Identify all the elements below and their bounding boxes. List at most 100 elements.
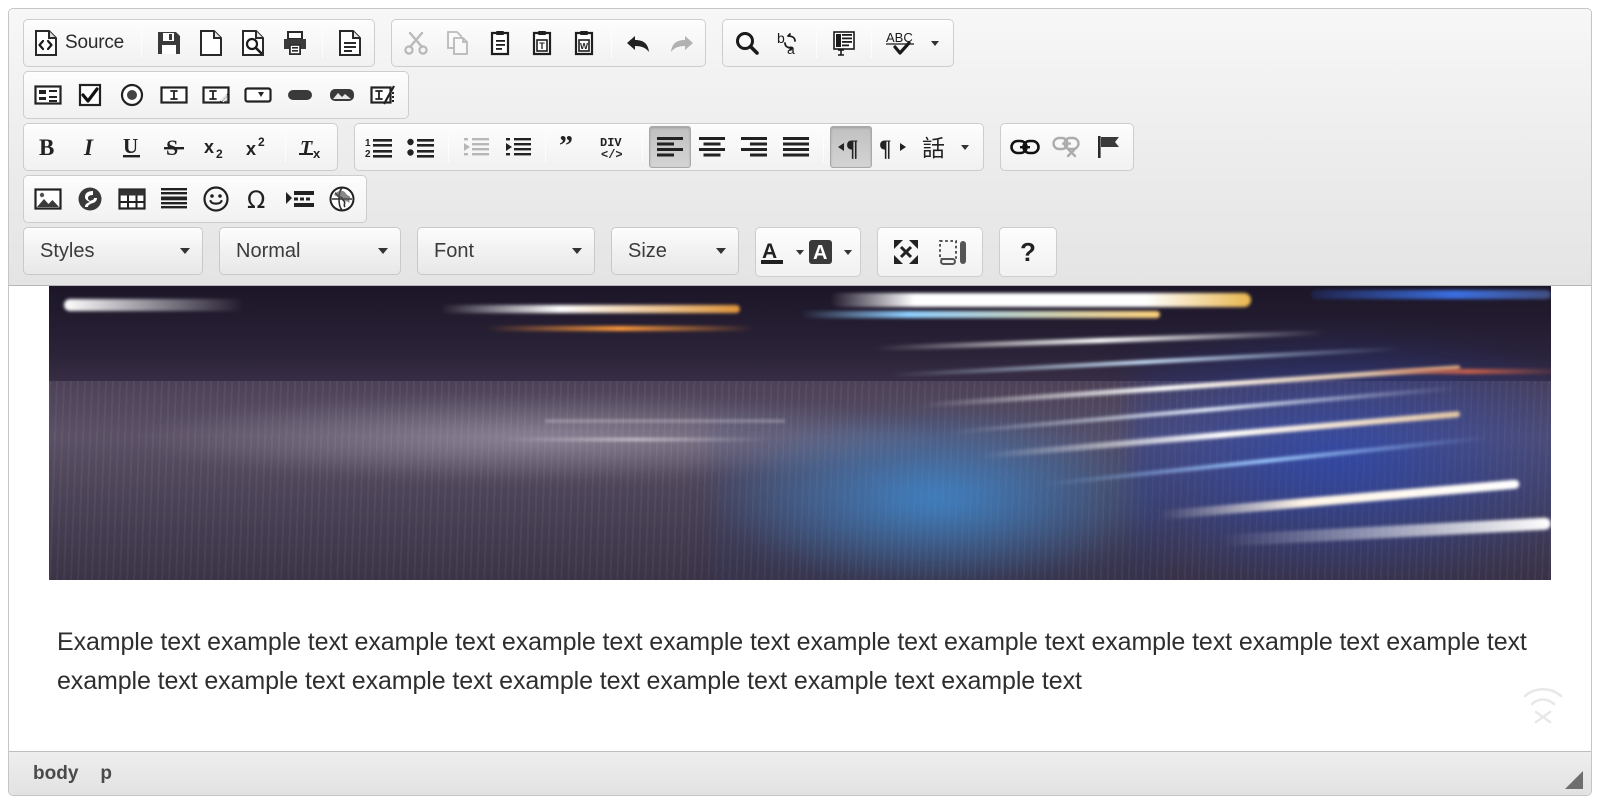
create-div-button[interactable]: DIV</> (594, 126, 636, 168)
image-button[interactable] (27, 178, 69, 220)
increase-indent-button[interactable] (497, 126, 539, 168)
light-streak (440, 305, 740, 313)
text-color-button[interactable]: A (760, 230, 808, 274)
svg-text:2: 2 (216, 147, 223, 160)
svg-text:T: T (300, 137, 313, 159)
radio-button-button[interactable] (111, 74, 153, 116)
new-page-button[interactable] (190, 22, 232, 64)
editable-body[interactable]: Example text example text example text e… (9, 286, 1591, 751)
text-direction-rtl-button[interactable]: ¶ (872, 126, 914, 168)
templates-button[interactable] (329, 22, 371, 64)
smiley-button[interactable] (195, 178, 237, 220)
save-button[interactable] (148, 22, 190, 64)
light-streak (800, 311, 1160, 318)
decrease-indent-button[interactable] (455, 126, 497, 168)
anchor-button[interactable] (1088, 126, 1130, 168)
background-color-button[interactable]: A (808, 230, 856, 274)
blockquote-icon: ” (559, 135, 587, 159)
preview-button[interactable] (232, 22, 274, 64)
source-icon (34, 30, 58, 56)
strikethrough-button[interactable]: S (153, 126, 195, 168)
show-blocks-icon (939, 238, 969, 266)
redo-button[interactable] (660, 22, 702, 64)
maximize-button[interactable] (882, 230, 930, 274)
elements-path-item-body[interactable]: body (33, 763, 78, 785)
image-button-button[interactable] (321, 74, 363, 116)
print-button[interactable] (274, 22, 316, 64)
text-field-icon (160, 84, 188, 106)
button-button[interactable] (279, 74, 321, 116)
preview-icon (241, 30, 265, 56)
globe-iframe-icon (329, 186, 355, 212)
underline-button[interactable]: U (111, 126, 153, 168)
background-color-icon: A (808, 238, 834, 266)
source-button-label: Source (65, 32, 124, 54)
content-paragraph[interactable]: Example text example text example text e… (49, 605, 1551, 701)
horizontal-rule-button[interactable] (153, 178, 195, 220)
elements-path-item-p[interactable]: p (100, 763, 112, 785)
paste-text-icon: T (530, 30, 554, 56)
italic-button[interactable]: I (69, 126, 111, 168)
textarea-button[interactable] (195, 74, 237, 116)
toolbar-row-2 (23, 71, 1577, 119)
superscript-button[interactable]: x2 (237, 126, 279, 168)
special-character-button[interactable]: Ω (237, 178, 279, 220)
align-center-button[interactable] (691, 126, 733, 168)
toolbar-separator (642, 132, 643, 162)
font-dropdown[interactable]: Font (417, 227, 595, 275)
paragraph-format-label: Normal (236, 240, 300, 263)
editing-area[interactable]: Example text example text example text e… (9, 286, 1591, 751)
paste-from-word-button[interactable]: W (563, 22, 605, 64)
cut-button[interactable] (395, 22, 437, 64)
text-direction-ltr-button[interactable]: ¶ (830, 126, 872, 168)
justify-button[interactable] (775, 126, 817, 168)
about-button[interactable]: ? (1004, 230, 1052, 274)
flash-icon (77, 186, 103, 212)
form-button[interactable] (27, 74, 69, 116)
font-size-label: Size (628, 240, 667, 263)
subscript-button[interactable]: x2 (195, 126, 237, 168)
show-blocks-button[interactable] (930, 230, 978, 274)
styles-dropdown[interactable]: Styles (23, 227, 203, 275)
undo-icon (625, 31, 653, 55)
svg-text:x: x (313, 146, 321, 160)
document-toolbar-group: Source (23, 19, 375, 67)
hidden-field-button[interactable] (363, 74, 405, 116)
align-right-button[interactable] (733, 126, 775, 168)
bold-button[interactable]: B (27, 126, 69, 168)
basic-styles-toolbar-group: B I U S x2 x2 Tx (23, 123, 338, 171)
page-break-button[interactable] (279, 178, 321, 220)
unlink-button[interactable] (1046, 126, 1088, 168)
align-left-button[interactable] (649, 126, 691, 168)
flash-button[interactable] (69, 178, 111, 220)
replace-button[interactable]: ba (768, 22, 810, 64)
selection-field-button[interactable] (237, 74, 279, 116)
numbered-list-button[interactable]: 12 (358, 126, 400, 168)
link-button[interactable] (1004, 126, 1046, 168)
horizontal-rule-icon (160, 187, 188, 211)
undo-button[interactable] (618, 22, 660, 64)
table-button[interactable] (111, 178, 153, 220)
paragraph-format-dropdown[interactable]: Normal (219, 227, 401, 275)
night-street-light-trails-photo[interactable] (49, 286, 1551, 580)
toolbar-separator (448, 132, 449, 162)
spell-check-button[interactable]: ABC (878, 22, 950, 64)
remove-format-button[interactable]: Tx (292, 126, 334, 168)
blockquote-button[interactable]: ” (552, 126, 594, 168)
font-size-dropdown[interactable]: Size (611, 227, 739, 275)
paste-word-icon: W (572, 30, 596, 56)
language-button[interactable]: 話 (914, 126, 980, 168)
bulleted-list-button[interactable] (400, 126, 442, 168)
resize-grip[interactable] (1565, 771, 1583, 789)
select-all-icon (831, 30, 857, 56)
checkbox-button[interactable] (69, 74, 111, 116)
copy-button[interactable] (437, 22, 479, 64)
iframe-button[interactable] (321, 178, 363, 220)
paste-as-plain-text-button[interactable]: T (521, 22, 563, 64)
select-all-button[interactable] (823, 22, 865, 64)
find-button[interactable] (726, 22, 768, 64)
page-break-icon (285, 187, 315, 211)
text-field-button[interactable] (153, 74, 195, 116)
source-button[interactable]: Source (27, 22, 135, 64)
paste-button[interactable] (479, 22, 521, 64)
